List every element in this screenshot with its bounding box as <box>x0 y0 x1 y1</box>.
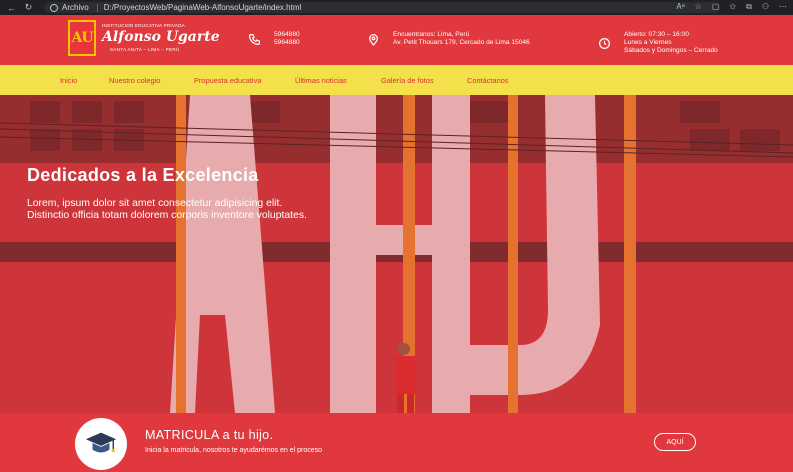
site-header: AU INSTITUCIÓN EDUCATIVA PRIVADA Alfonso… <box>0 15 793 65</box>
brand-name: Alfonso Ugarte <box>102 29 220 45</box>
hero-banner: Dedicados a la Excelencia Lorem, ipsum d… <box>0 95 793 413</box>
more-icon[interactable]: ⋯ <box>779 2 787 12</box>
graduation-cap-icon <box>85 432 117 453</box>
nav-item-contactanos[interactable]: Contáctanos <box>467 76 509 85</box>
phone-number-2: 5964880 <box>274 39 300 46</box>
hours-line-1: Abierto: 07:30 – 16:00 <box>624 31 689 38</box>
school-logo[interactable]: AU <box>68 20 96 56</box>
split-screen-icon[interactable]: ▢ <box>712 2 720 12</box>
hero-background-image <box>0 95 793 413</box>
back-arrow-icon[interactable]: ← <box>6 2 17 13</box>
address-divider <box>96 3 98 12</box>
location-line-2: Av. Petit Thouars 179, Cercado de Lima 1… <box>393 39 530 46</box>
read-aloud-icon[interactable]: Aᵃ <box>676 2 684 12</box>
address-url[interactable]: D:/ProyectosWeb/PaginaWeb-AlfonsoUgarte/… <box>104 3 302 12</box>
info-icon[interactable] <box>50 3 58 12</box>
contact-hours: Abierto: 07:30 – 16:00 Lunes a Viernes S… <box>598 31 718 55</box>
extensions-icon[interactable]: ⚇ <box>762 2 769 12</box>
refresh-icon[interactable]: ↻ <box>23 2 34 13</box>
clock-icon <box>599 37 610 49</box>
main-nav: Inicio Nuestro colegio Propuesta educati… <box>0 65 793 95</box>
enrollment-cta: MATRICULA a tu hijo. Inicia la matricula… <box>0 413 793 472</box>
nav-item-nuestro-colegio[interactable]: Nuestro colegio <box>109 76 160 85</box>
brand-block: INSTITUCIÓN EDUCATIVA PRIVADA Alfonso Ug… <box>102 23 220 52</box>
nav-item-inicio[interactable]: Inicio <box>60 76 77 85</box>
nav-item-galeria-de-fotos[interactable]: Galería de fotos <box>381 76 434 85</box>
hours-line-3: Sábados y Domingos – Cerrado <box>624 47 718 54</box>
phone-icon <box>249 33 260 45</box>
brand-tagline: INSTITUCIÓN EDUCATIVA PRIVADA <box>102 23 185 28</box>
location-line-1: Encuentranos: Lima, Perú <box>393 31 470 38</box>
cta-icon-circle <box>75 418 127 470</box>
cta-subtitle: Inicia la matricula, nosotros te ayudaré… <box>145 447 323 454</box>
browser-actions: Aᵃ ☆ ▢ ✩ ⧉ ⚇ ⋯ <box>676 2 787 12</box>
hours-line-2: Lunes a Viernes <box>624 39 672 46</box>
address-scheme: Archivo <box>62 3 89 12</box>
contact-phone: 5964880 5964880 <box>248 31 300 47</box>
contact-location: Encuentranos: Lima, Perú Av. Petit Thoua… <box>367 31 530 47</box>
logo-initials: AU <box>71 30 93 46</box>
favorites-icon[interactable]: ✩ <box>729 2 736 12</box>
collections-icon[interactable]: ⧉ <box>746 2 752 12</box>
nav-item-ultimas-noticias[interactable]: Últimas noticias <box>295 76 347 85</box>
cta-title: MATRICULA a tu hijo. <box>145 428 274 442</box>
browser-toolbar: ← ↻ Archivo D:/ProyectosWeb/PaginaWeb-Al… <box>0 0 793 15</box>
enroll-here-button[interactable]: AQUÍ <box>654 433 696 451</box>
nav-item-propuesta-educativa[interactable]: Propuesta educativa <box>194 76 261 85</box>
address-bar[interactable]: Archivo D:/ProyectosWeb/PaginaWeb-Alfons… <box>44 2 720 13</box>
brand-place: SANTA ANITA – LIMA – PERÚ <box>110 47 180 52</box>
phone-number-1: 5964880 <box>274 31 300 38</box>
hero-description: Lorem, ipsum dolor sit amet consectetur … <box>27 198 307 221</box>
favorite-star-icon[interactable]: ☆ <box>695 2 702 12</box>
hero-title: Dedicados a la Excelencia <box>27 165 259 185</box>
location-pin-icon <box>369 33 378 46</box>
